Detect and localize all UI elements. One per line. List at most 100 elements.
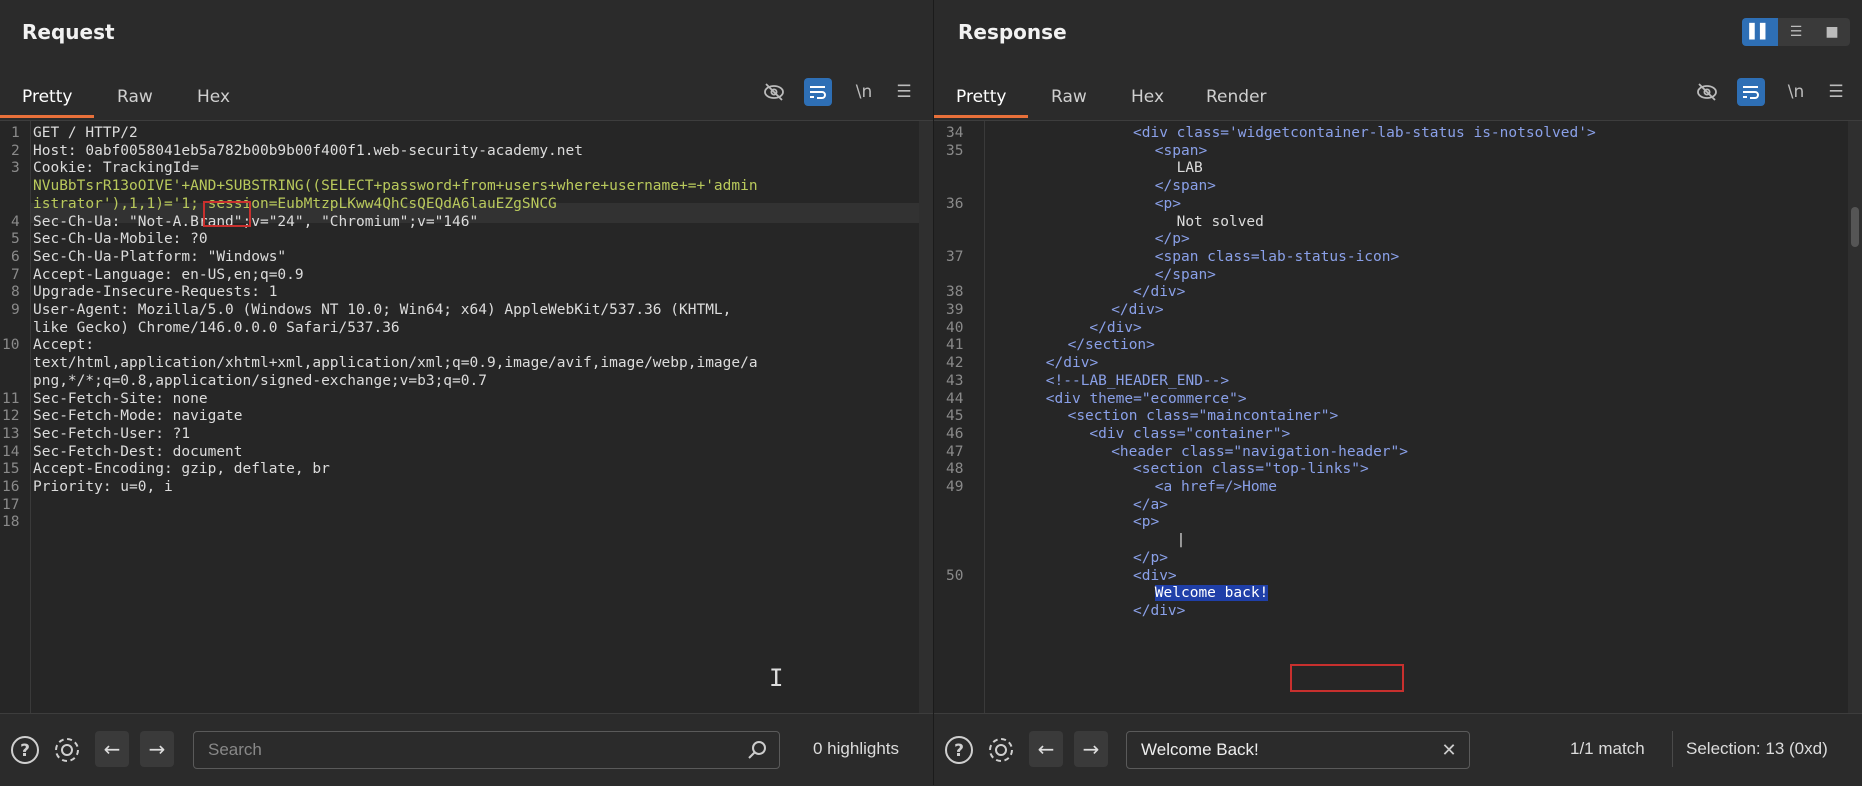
menu-icon[interactable]: ☰: [890, 78, 918, 106]
response-code-line: <header class="navigation-header">: [1111, 443, 1408, 460]
selection-info: Selection: 13 (0xd): [1686, 739, 1828, 758]
eye-slash-icon[interactable]: [760, 78, 788, 106]
line-number: 45: [946, 408, 964, 425]
single-pane-icon[interactable]: ■: [1814, 18, 1850, 46]
line-number: 44: [946, 390, 964, 407]
request-editor[interactable]: 1 GET / HTTP/2 2 Host: 0abf0058041eb5a782b0…: [0, 121, 933, 713]
line-number: 46: [946, 425, 964, 442]
settings-gear-icon[interactable]: [50, 733, 84, 767]
match-count: 1/1 match: [1570, 739, 1645, 758]
tab-raw[interactable]: Raw: [95, 84, 175, 118]
search-icon[interactable]: [745, 738, 769, 762]
line-number: 15: [2, 461, 20, 478]
next-arrow-button[interactable]: →: [140, 731, 174, 767]
line-number: 43: [946, 372, 964, 389]
line-number: 14: [2, 443, 20, 460]
scrollbar-thumb[interactable]: [1851, 207, 1859, 247]
request-code-line: png,*/*;q=0.8,application/signed-exchang…: [33, 372, 487, 389]
line-number: 3: [11, 160, 20, 177]
response-code-line: <section class="maincontainer">: [1067, 408, 1339, 425]
settings-gear-icon[interactable]: [984, 733, 1018, 767]
line-number: 2: [11, 142, 20, 159]
line-number: 34: [946, 125, 964, 141]
line-number: 48: [946, 461, 964, 478]
request-code-line: Accept:: [33, 337, 95, 354]
response-code-line: <span class=lab-status-icon>: [1154, 248, 1400, 265]
tab-pretty[interactable]: Pretty: [0, 84, 95, 118]
request-code-line: like Gecko) Chrome/146.0.0.0 Safari/537.…: [33, 319, 400, 336]
line-number: 40: [946, 319, 964, 336]
response-title: Response: [958, 20, 1067, 44]
line-number: 42: [946, 355, 964, 372]
clear-icon[interactable]: ✕: [1437, 738, 1461, 762]
request-search-box[interactable]: [193, 731, 780, 769]
line-number: 38: [946, 284, 964, 301]
request-code-line: Upgrade-Insecure-Requests: 1: [33, 284, 278, 301]
next-arrow-button[interactable]: →: [1074, 731, 1108, 767]
line-number: 12: [2, 408, 20, 425]
line-number: 39: [946, 302, 964, 318]
line-number: 7: [11, 266, 20, 283]
request-code-line: User-Agent: Mozilla/5.0 (Windows NT 10.0…: [33, 302, 732, 318]
response-code-line: <span>: [1154, 142, 1208, 159]
help-icon[interactable]: ?: [942, 733, 976, 767]
line-number: 10: [2, 337, 20, 354]
response-code-line: <section class="top-links">: [1133, 461, 1369, 478]
split-vertical-icon[interactable]: ▌▌: [1742, 18, 1778, 46]
svg-text:?: ?: [954, 741, 964, 761]
request-code-line: Host: 0abf0058041eb5a782b00b9b00f400f1.w…: [33, 142, 583, 159]
tab-pretty[interactable]: Pretty: [934, 84, 1029, 118]
line-number: 17: [2, 496, 20, 513]
response-code-line: <div class="container">: [1089, 425, 1291, 442]
response-code-line: <a href=/>Home: [1154, 479, 1278, 495]
previous-arrow-button[interactable]: ←: [95, 731, 129, 767]
response-code-line: LAB: [1176, 160, 1203, 177]
request-code-line: Priority: u=0, i: [33, 479, 173, 495]
tab-hex[interactable]: Hex: [1109, 84, 1186, 118]
line-number: 37: [946, 248, 964, 265]
tab-hex[interactable]: Hex: [175, 84, 252, 118]
newline-toggle[interactable]: \n: [1782, 78, 1810, 106]
tab-raw[interactable]: Raw: [1029, 84, 1109, 118]
newline-toggle[interactable]: \n: [850, 78, 878, 106]
wrap-lines-icon[interactable]: [1737, 78, 1765, 106]
line-number: 49: [946, 479, 964, 495]
request-code-line: Sec-Fetch-User: ?1: [33, 425, 191, 442]
line-number: 13: [2, 425, 20, 442]
request-search-input[interactable]: [206, 732, 730, 768]
request-code-line: GET / HTTP/2: [33, 125, 138, 141]
tab-render[interactable]: Render: [1184, 84, 1289, 118]
split-horizontal-icon[interactable]: ☰: [1778, 18, 1814, 46]
line-number: 41: [946, 337, 964, 354]
response-code-line: </div>: [1111, 302, 1164, 318]
request-code-line: Sec-Ch-Ua-Platform: "Windows": [33, 248, 287, 265]
line-number: 1: [11, 125, 20, 141]
menu-icon[interactable]: ☰: [1822, 78, 1850, 106]
line-number: 16: [2, 479, 20, 495]
selected-match-text: Welcome back!: [1154, 585, 1269, 602]
request-code-line: Sec-Fetch-Mode: navigate: [33, 408, 243, 425]
highlight-box: [203, 201, 251, 227]
line-number: 11: [2, 390, 20, 407]
previous-arrow-button[interactable]: ←: [1029, 731, 1063, 767]
eye-slash-icon[interactable]: [1693, 78, 1721, 106]
help-icon[interactable]: ?: [8, 733, 42, 767]
request-code-line: Sec-Fetch-Site: none: [33, 390, 208, 407]
request-code-line: Sec-Ch-Ua: "Not-A.Brand";v="24", "Chromi…: [33, 213, 479, 230]
response-code-line: </span>: [1154, 266, 1216, 283]
response-tabs: Pretty Raw Hex Render: [934, 76, 1862, 121]
response-search-box[interactable]: ✕: [1126, 731, 1470, 769]
request-scrollbar[interactable]: [919, 121, 933, 713]
response-code-line: <div>: [1133, 567, 1177, 584]
wrap-lines-icon[interactable]: [804, 78, 832, 106]
request-code-line: text/html,application/xhtml+xml,applicat…: [33, 355, 758, 372]
response-code-line: </div>: [1045, 355, 1099, 372]
response-code-line: <p>: [1133, 514, 1160, 531]
line-number: 50: [946, 567, 964, 584]
request-pane: Request Pretty Raw Hex \n ☰ 1 GET / HTTP/…: [0, 0, 934, 786]
response-editor[interactable]: 34 <div class='widgetcontainer-lab-status…: [934, 121, 1862, 713]
request-title: Request: [22, 20, 115, 44]
response-scrollbar[interactable]: [1848, 121, 1862, 713]
line-number: 18: [2, 514, 20, 531]
response-search-input[interactable]: [1139, 732, 1433, 768]
